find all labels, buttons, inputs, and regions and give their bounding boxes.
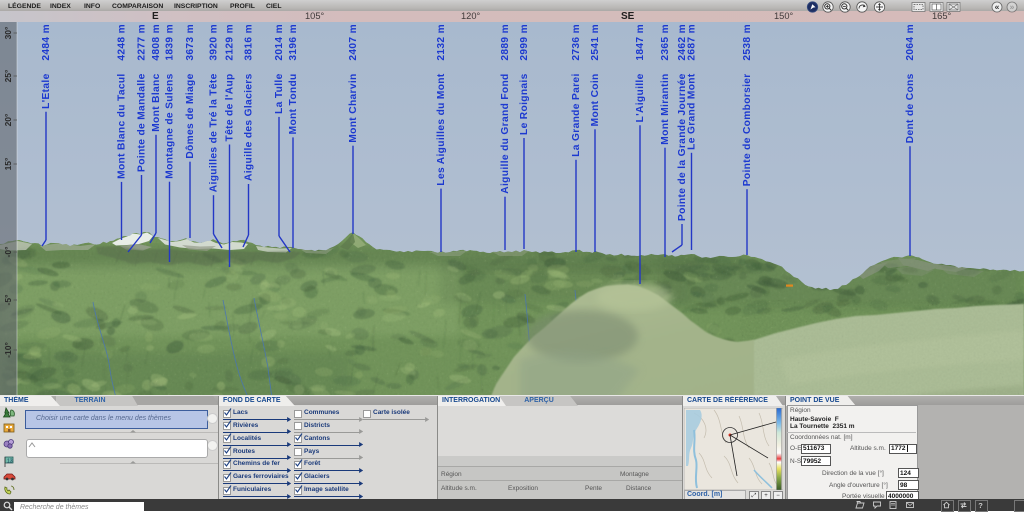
svg-text:30°: 30° — [3, 26, 13, 39]
svg-text:Les Aiguilles du Mont 2132: Les Aiguilles du Mont 2132 m — [436, 24, 447, 186]
svg-text:13: 13 — [7, 459, 13, 465]
svg-text:Dômes de Miage 3673 m: Dômes de Miage 3673 m — [185, 24, 196, 159]
svg-text:Montagne de Sulens 1839 m: Montagne de Sulens 1839 m — [165, 24, 176, 179]
svg-text:Aiguilles de Tré la Tête 39: Aiguilles de Tré la Tête 3920 m — [209, 24, 220, 192]
svg-text:Mont Blanc 4808 m: Mont Blanc 4808 m — [151, 24, 162, 132]
svg-text:L'Aiguille 1847 m: L'Aiguille 1847 m — [635, 24, 646, 122]
svg-text:-0°: -0° — [3, 246, 13, 258]
svg-text:Mont Blanc du Tacul 4248 m: Mont Blanc du Tacul 4248 m — [117, 24, 128, 179]
svg-text:Pointe de Mandalle 2277 m: Pointe de Mandalle 2277 m — [137, 24, 148, 172]
svg-text:Dent de Cons 2064 m: Dent de Cons 2064 m — [905, 24, 916, 143]
svg-text:20°: 20° — [3, 113, 13, 126]
svg-text:L'Etale 2484 m: L'Etale 2484 m — [41, 24, 52, 109]
svg-text:Pointe de Comborsier 2538 m: Pointe de Comborsier 2538 m — [742, 24, 753, 186]
svg-text:Mont Coin 2541 m: Mont Coin 2541 m — [590, 24, 601, 126]
svg-text:-5°: -5° — [3, 294, 13, 306]
svg-text:Le Roignais 2999 m: Le Roignais 2999 m — [519, 24, 530, 135]
svg-text:Tête de l'Aup 2129 m: Tête de l'Aup 2129 m — [225, 24, 236, 141]
svg-text:15°: 15° — [3, 157, 13, 170]
svg-text:Mont Charvin 2407 m: Mont Charvin 2407 m — [348, 24, 359, 143]
svg-text:-10°: -10° — [3, 342, 13, 358]
svg-text:»: » — [1010, 2, 1015, 12]
svg-text:25°: 25° — [3, 69, 13, 82]
svg-text:La Tulle 2014 m: La Tulle 2014 m — [274, 24, 285, 114]
svg-text:La Grande Parei 2736 m: La Grande Parei 2736 m — [571, 24, 582, 157]
svg-text:?: ? — [978, 501, 983, 510]
svg-text:Mont Tondu 3196 m: Mont Tondu 3196 m — [288, 24, 299, 134]
svg-text:Le Grand Mont 2687 m: Le Grand Mont 2687 m — [687, 24, 698, 150]
svg-text:Mont Mirantin 2365 m: Mont Mirantin 2365 m — [660, 24, 671, 145]
svg-text:«: « — [995, 2, 1000, 12]
svg-text:Aiguille des Glaciers 3816: Aiguille des Glaciers 3816 m — [244, 24, 255, 181]
svg-text:Aiguille du Grand Fond 2889: Aiguille du Grand Fond 2889 m — [500, 24, 511, 194]
